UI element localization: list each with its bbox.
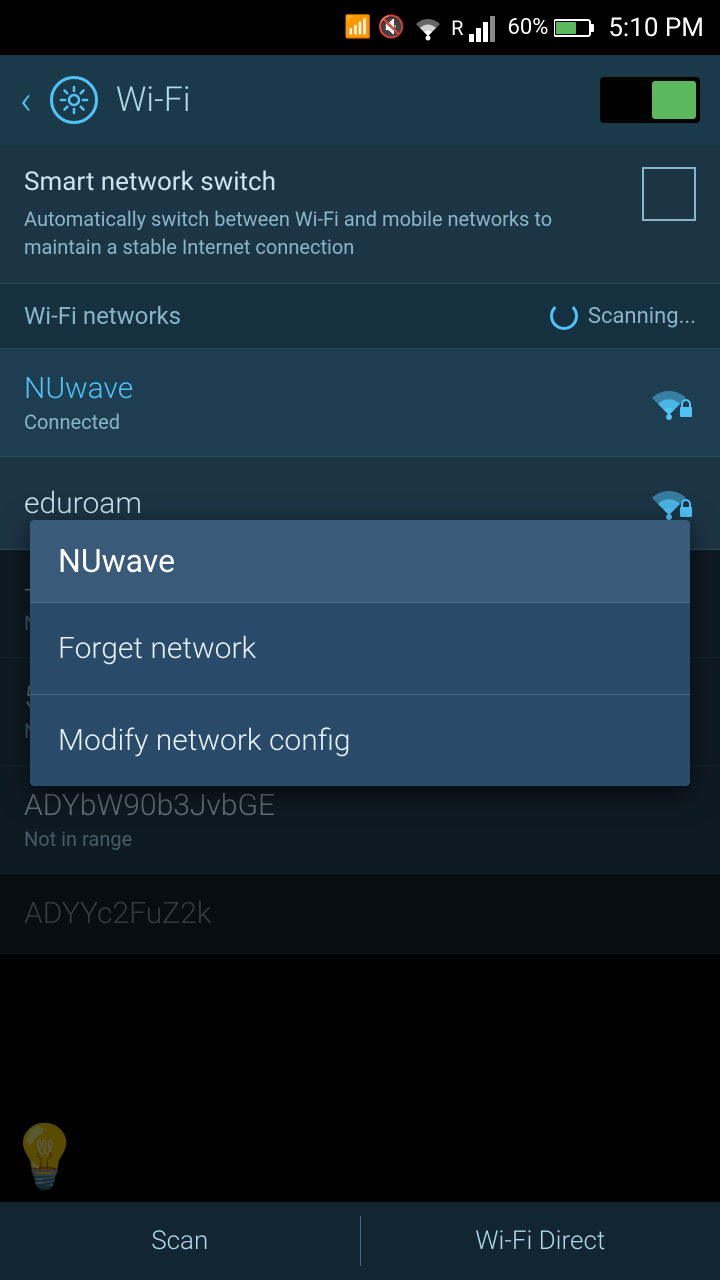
toggle-on-indicator	[652, 81, 696, 119]
status-icons: 📶 🔇 R 60% 5:10 PM	[344, 13, 704, 43]
network-name-eduroam: eduroam	[24, 486, 142, 521]
back-button[interactable]: ‹	[20, 77, 32, 124]
smart-network-switch-title: Smart network switch	[24, 167, 626, 197]
smart-network-switch-section: Smart network switch Automatically switc…	[0, 145, 720, 284]
network-name-adybw: ADYbW90b3JvbGE	[24, 788, 275, 823]
lightbulb-icon: 💡	[0, 1112, 90, 1202]
wifi-signal-nuwave	[642, 379, 696, 427]
time-display: 5:10 PM	[608, 13, 704, 43]
battery-icon	[554, 17, 596, 39]
context-menu-popup: NUwave Forget network Modify network con…	[30, 520, 690, 786]
wifi-status-icon	[411, 14, 445, 42]
scanning-indicator: Scanning...	[550, 302, 696, 330]
status-bar: 📶 🔇 R 60% 5:10 PM	[0, 0, 720, 55]
network-info-adyyc: ADYYc2FuZ2k	[24, 896, 212, 931]
scanning-text: Scanning...	[588, 304, 696, 329]
scan-button[interactable]: Scan	[0, 1216, 360, 1266]
network-status-adybw: Not in range	[24, 827, 275, 851]
signal-bars-icon	[469, 14, 501, 42]
smart-network-switch-description: Automatically switch between Wi-Fi and m…	[24, 205, 626, 261]
battery-text: 60%	[507, 15, 548, 40]
wifi-direct-button[interactable]: Wi-Fi Direct	[361, 1216, 720, 1266]
network-info-adybw: ADYbW90b3JvbGE Not in range	[24, 788, 275, 851]
network-info-nuwave: NUwave Connected	[24, 371, 133, 434]
smart-switch-checkbox[interactable]	[642, 167, 696, 221]
scanning-spinner	[550, 302, 578, 330]
context-menu-modify-config[interactable]: Modify network config	[30, 695, 690, 786]
context-menu-forget-network[interactable]: Forget network	[30, 603, 690, 694]
signal-r-icon: R	[451, 16, 463, 40]
context-menu-title: NUwave	[30, 520, 690, 602]
network-item-nuwave[interactable]: NUwave Connected	[0, 349, 720, 457]
settings-icon	[50, 76, 98, 124]
wifi-toggle[interactable]	[600, 77, 700, 123]
bottom-bar: Scan Wi-Fi Direct	[0, 1202, 720, 1280]
network-item-adyyc[interactable]: ADYYc2FuZ2k	[0, 874, 720, 954]
network-name-adyyc: ADYYc2FuZ2k	[24, 896, 212, 931]
wifi-networks-section-header: Wi-Fi networks Scanning...	[0, 284, 720, 349]
bluetooth-icon: 📶	[344, 15, 371, 40]
wifi-networks-label: Wi-Fi networks	[24, 302, 181, 330]
network-info-eduroam: eduroam	[24, 486, 142, 521]
network-status-nuwave: Connected	[24, 410, 133, 434]
mute-icon: 🔇	[378, 15, 405, 40]
page-title: Wi-Fi	[116, 80, 582, 120]
app-header: ‹ Wi-Fi	[0, 55, 720, 145]
network-name-nuwave: NUwave	[24, 371, 133, 406]
